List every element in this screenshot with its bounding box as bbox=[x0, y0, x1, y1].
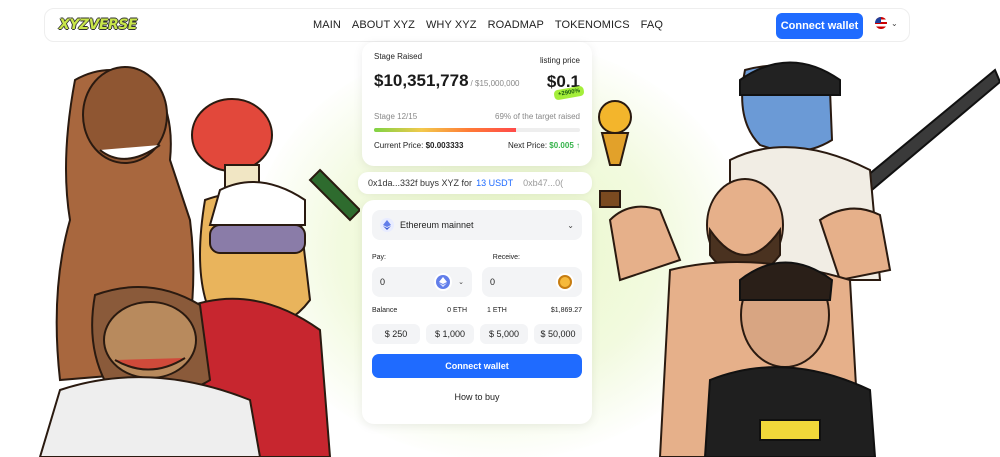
ticker-next: 0xb47...0( bbox=[523, 178, 564, 188]
progress-bar-fill bbox=[374, 128, 517, 132]
ticker-amount: 13 USDT bbox=[476, 178, 514, 188]
nav-item-about[interactable]: ABOUT XYZ bbox=[352, 19, 415, 31]
stage-row: Stage 12/15 69% of the target raised bbox=[374, 112, 580, 121]
header-connect-wallet-button[interactable]: Connect wallet bbox=[776, 13, 863, 39]
listing-price-label: listing price bbox=[539, 56, 580, 65]
balance-eth: 0 ETH bbox=[447, 307, 467, 314]
swap-labels: Pay: Receive: bbox=[372, 254, 582, 261]
xyz-coin-icon bbox=[558, 275, 572, 289]
amount-button-5000[interactable]: $ 5,000 bbox=[480, 324, 528, 344]
chevron-down-icon: ⌄ bbox=[567, 220, 574, 230]
target-note: 69% of the target raised bbox=[495, 112, 580, 121]
amount-button-50000[interactable]: $ 50,000 bbox=[534, 324, 582, 344]
language-selector[interactable]: ⌄ bbox=[875, 17, 898, 29]
progress-bar bbox=[374, 128, 580, 132]
network-selector[interactable]: Ethereum mainnet ⌄ bbox=[372, 210, 582, 240]
purchase-ticker: 0x1da...332f buys XYZ for 13 USDT 0xb47.… bbox=[358, 172, 592, 194]
swap-connect-wallet-button[interactable]: Connect wallet bbox=[372, 354, 582, 378]
quick-amounts: $ 250 $ 1,000 $ 5,000 $ 50,000 bbox=[372, 324, 582, 344]
chevron-down-icon[interactable]: ⌄ bbox=[458, 278, 464, 286]
nav-item-faq[interactable]: FAQ bbox=[641, 19, 663, 31]
pay-label: Pay: bbox=[372, 254, 387, 261]
current-price: Current Price: $0.003333 bbox=[374, 141, 464, 150]
chevron-down-icon: ⌄ bbox=[891, 18, 898, 28]
nav-item-main[interactable]: MAIN bbox=[313, 19, 341, 31]
receive-value: 0 bbox=[490, 277, 496, 287]
how-to-buy-link[interactable]: How to buy bbox=[372, 392, 582, 402]
balance-label: Balance bbox=[372, 307, 398, 314]
network-name: Ethereum mainnet bbox=[400, 220, 474, 230]
next-price: Next Price: $0.005 ↑ bbox=[507, 141, 580, 150]
nav-item-tokenomics[interactable]: TOKENOMICS bbox=[555, 19, 630, 31]
amount-button-1000[interactable]: $ 1,000 bbox=[426, 324, 474, 344]
ethereum-icon bbox=[380, 218, 394, 232]
receive-label: Receive: bbox=[492, 254, 520, 261]
swap-card: Ethereum mainnet ⌄ Pay: Receive: 0 ⌄ 0 B… bbox=[362, 200, 592, 424]
main-nav: MAIN ABOUT XYZ WHY XYZ ROADMAP TOKENOMIC… bbox=[313, 19, 674, 31]
balance-row: Balance 0 ETH 1 ETH $1,869.27 bbox=[372, 307, 582, 314]
amount-button-250[interactable]: $ 250 bbox=[372, 324, 420, 344]
receive-input[interactable]: 0 bbox=[482, 267, 582, 297]
pay-value: 0 bbox=[380, 277, 386, 287]
pay-token-selector[interactable] bbox=[434, 273, 453, 291]
presale-stats-card: Stage Raised listing price $10,351,778/ … bbox=[362, 42, 592, 166]
stage-label: Stage 12/15 bbox=[374, 112, 418, 121]
us-flag-icon bbox=[875, 17, 887, 29]
left-characters-illustration bbox=[38, 66, 360, 457]
raised-target: / $15,000,000 bbox=[470, 79, 520, 88]
ticker-address: 0x1da...332f buys XYZ for bbox=[368, 178, 473, 188]
nav-item-roadmap[interactable]: ROADMAP bbox=[488, 19, 544, 31]
ethereum-icon bbox=[436, 275, 451, 289]
rate-right: $1,869.27 bbox=[550, 307, 582, 314]
price-row: Current Price: $0.003333 Next Price: $0.… bbox=[374, 141, 580, 150]
brand-logo[interactable]: XYZVERSE bbox=[59, 17, 137, 33]
receive-token-icon bbox=[556, 273, 574, 291]
nav-item-why[interactable]: WHY XYZ bbox=[426, 19, 477, 31]
swap-inputs: 0 ⌄ 0 bbox=[372, 267, 582, 297]
top-header: XYZVERSE MAIN ABOUT XYZ WHY XYZ ROADMAP … bbox=[44, 8, 910, 42]
right-characters-illustration bbox=[608, 61, 1000, 457]
pay-input[interactable]: 0 ⌄ bbox=[372, 267, 472, 297]
rate-left: 1 ETH bbox=[487, 307, 507, 314]
